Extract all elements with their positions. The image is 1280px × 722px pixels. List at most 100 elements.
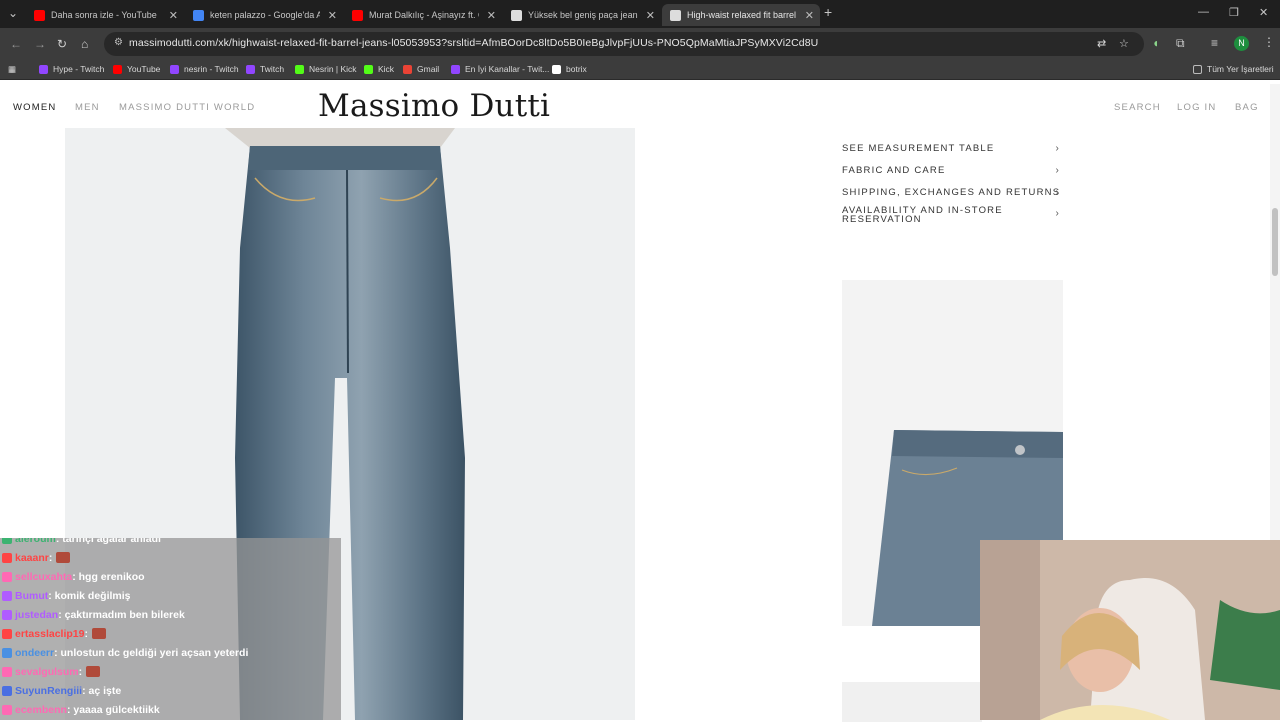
chat-username: ondeerr <box>15 646 55 659</box>
bookmarks-bar: ▦ Hype - Twitch YouTube nesrin - Twitch Twi… <box>0 60 1280 80</box>
audio-icon[interactable]: ◖ <box>1152 36 1159 50</box>
nav-women[interactable]: WOMEN <box>13 102 56 113</box>
bookmark-label: Hype - Twitch <box>53 64 105 74</box>
chat-badge-icon <box>2 666 12 677</box>
accordion-shipping[interactable]: SHIPPING, EXCHANGES AND RETURNS › <box>842 187 1062 198</box>
accordion-fabric-care[interactable]: FABRIC AND CARE › <box>842 165 1062 176</box>
new-tab-icon[interactable]: + <box>824 4 832 20</box>
chat-username: justedan <box>15 608 59 621</box>
chat-message: sevalgulsum : <box>2 662 101 681</box>
tab-search-icon[interactable]: ⌄ <box>8 6 18 20</box>
tab-title: Yüksek bel geniş paça jean - Ma <box>528 10 638 20</box>
accordion-availability[interactable]: AVAILABILITY AND IN-STORE RESERVATION › <box>842 206 1059 225</box>
media-icon[interactable]: ≡ <box>1211 36 1218 50</box>
nav-search[interactable]: SEARCH <box>1114 102 1161 113</box>
translate-icon[interactable]: ⇄ <box>1097 37 1106 50</box>
all-bookmarks-label: Tüm Yer İşaretleri <box>1207 64 1274 74</box>
brand-logo[interactable]: Massimo Dutti <box>318 88 550 124</box>
chat-username: ecembenn <box>15 703 67 716</box>
chevron-right-icon: › <box>1055 187 1060 198</box>
browser-tab[interactable]: Daha sonra izle - YouTube ✕ <box>26 4 184 26</box>
bookmark-favicon-icon <box>170 64 179 74</box>
chat-badge-icon <box>2 571 12 582</box>
google-icon <box>193 9 204 21</box>
accordion-label: SEE MEASUREMENT TABLE <box>842 143 995 154</box>
site-info-icon[interactable]: ⚙ <box>114 37 123 48</box>
chat-text: : hgg erenikoo <box>72 570 145 583</box>
chat-username: ertasslaclip19 <box>15 627 85 640</box>
webcam-overlay <box>980 540 1280 720</box>
chat-username: aleroum <box>15 538 56 545</box>
browser-tab[interactable]: keten palazzo - Google'da Ara ✕ <box>185 4 343 26</box>
nav-bag[interactable]: BAG <box>1235 102 1259 113</box>
bookmark-item[interactable]: Kick <box>364 64 394 74</box>
chat-text: : komik değilmiş <box>48 589 131 602</box>
browser-tab[interactable]: Murat Dalkılıç - Aşinayız ft. Oğ ✕ <box>344 4 502 26</box>
chat-message: ondeerr : unlostun dc geldiği yeri açsan… <box>2 643 248 662</box>
tab-close-icon[interactable]: ✕ <box>487 9 496 22</box>
chat-badge-icon <box>2 704 12 715</box>
profile-avatar[interactable]: N <box>1234 36 1249 51</box>
accordion-label: SHIPPING, EXCHANGES AND RETURNS <box>842 187 1061 198</box>
bookmark-favicon-icon <box>39 64 48 74</box>
bookmark-item[interactable]: nesrin - Twitch <box>170 64 239 74</box>
chat-username: kaaanr <box>15 551 49 564</box>
chat-text: : <box>84 627 88 640</box>
accordion-measurement-table[interactable]: SEE MEASUREMENT TABLE › <box>842 143 1062 154</box>
bookmark-favicon-icon <box>451 64 460 74</box>
chat-message: kaaanr : <box>2 548 71 567</box>
tab-close-icon[interactable]: ✕ <box>646 9 655 22</box>
all-bookmarks[interactable]: Tüm Yer İşaretleri <box>1193 64 1274 74</box>
bookmark-item[interactable]: En İyi Kanallar - Twit... <box>451 64 549 74</box>
bookmark-item[interactable]: Gmail <box>403 64 439 74</box>
product-thumbnail-next[interactable] <box>842 682 982 722</box>
forward-icon[interactable]: → <box>34 37 46 51</box>
tab-close-icon[interactable]: ✕ <box>805 9 814 22</box>
apps-icon[interactable]: ▦ <box>8 64 16 75</box>
menu-icon[interactable]: ⋮ <box>1263 35 1275 49</box>
chevron-right-icon: › <box>1055 165 1060 176</box>
nav-massimo-dutti-world[interactable]: MASSIMO DUTTI WORLD <box>119 102 255 113</box>
chat-message: sellcuxahta : hgg erenikoo <box>2 567 145 586</box>
back-icon[interactable]: ← <box>10 37 22 51</box>
bookmark-item[interactable]: Twitch <box>246 64 284 74</box>
extensions-icon[interactable]: ⧉ <box>1176 36 1185 51</box>
page-icon <box>511 9 522 21</box>
chat-text: : tarihçi ağalar anladı <box>55 538 161 545</box>
chat-text: : unlostun dc geldiği yeri açsan yeterdi <box>54 646 249 659</box>
restore-icon[interactable]: ❐ <box>1229 6 1239 19</box>
chat-message: justedan : çaktırmadım ben bilerek <box>2 605 185 624</box>
bookmark-star-icon[interactable]: ☆ <box>1119 37 1129 50</box>
bookmark-label: Twitch <box>260 64 285 74</box>
home-icon[interactable]: ⌂ <box>81 37 88 51</box>
chat-text: : <box>78 665 83 678</box>
chat-emote-icon <box>86 666 101 677</box>
chat-text: : <box>48 551 53 564</box>
scrollbar-thumb[interactable] <box>1272 208 1278 276</box>
omnibox[interactable]: ⚙ massimodutti.com/xk/highwaist-relaxed-… <box>104 32 1144 56</box>
tab-close-icon[interactable]: ✕ <box>328 9 337 22</box>
bookmark-favicon-icon <box>364 64 373 74</box>
bookmark-item[interactable]: YouTube <box>113 64 160 74</box>
chat-badge-icon <box>2 538 12 544</box>
nav-login[interactable]: LOG IN <box>1177 102 1216 113</box>
accordion-label: FABRIC AND CARE <box>842 165 946 176</box>
bookmark-label: YouTube <box>127 64 161 74</box>
tab-close-icon[interactable]: ✕ <box>169 9 178 22</box>
chat-message: aleroum : tarihçi ağalar anladı <box>2 538 161 548</box>
bookmark-item[interactable]: Hype - Twitch <box>39 64 104 74</box>
minimize-icon[interactable]: — <box>1198 6 1209 18</box>
chat-badge-icon <box>2 647 12 658</box>
browser-tab[interactable]: Yüksek bel geniş paça jean - Ma ✕ <box>503 4 661 26</box>
reload-icon[interactable]: ↻ <box>57 37 67 51</box>
tab-title: keten palazzo - Google'da Ara <box>210 10 320 20</box>
bookmark-item[interactable]: Nesrin | Kick <box>295 64 357 74</box>
browser-tab[interactable]: High-waist relaxed fit barrel jea ✕ <box>662 4 820 26</box>
url-text[interactable]: massimodutti.com/xk/highwaist-relaxed-fi… <box>129 37 818 49</box>
close-window-icon[interactable]: ✕ <box>1259 6 1268 19</box>
bookmark-label: Kick <box>378 64 395 74</box>
bookmark-item[interactable]: botrix <box>552 64 587 74</box>
address-bar-row: ← → ↻ ⌂ ⚙ massimodutti.com/xk/highwaist-… <box>0 28 1280 60</box>
nav-men[interactable]: MEN <box>75 102 100 113</box>
chat-username: sellcuxahta <box>15 570 73 583</box>
